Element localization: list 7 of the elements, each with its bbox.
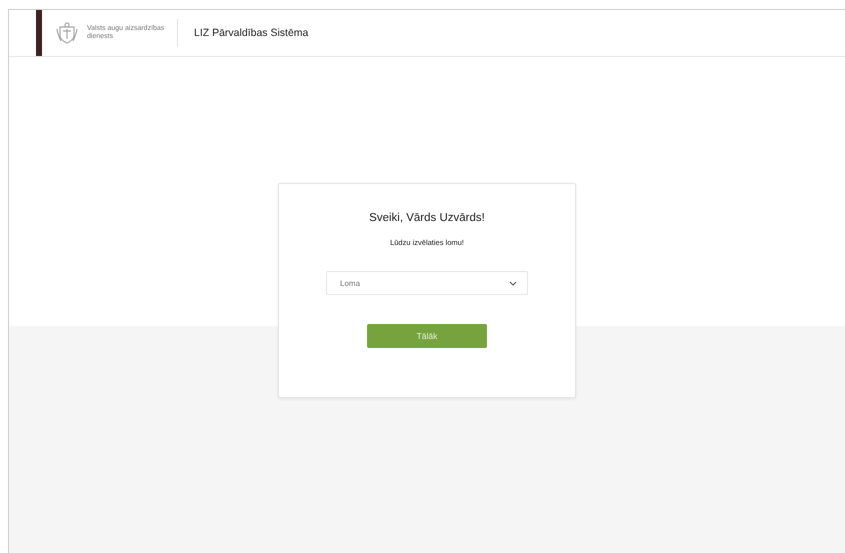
next-button[interactable]: Tālāk (367, 324, 487, 348)
crest-icon (56, 21, 78, 45)
accent-bar (36, 10, 42, 56)
role-dropdown[interactable]: Loma (326, 271, 528, 295)
app-title: LIZ Pārvaldības Sistēma (194, 27, 308, 39)
greeting-heading: Sveiki, Vārds Uzvārds! (369, 212, 485, 224)
chevron-down-icon (509, 280, 517, 286)
